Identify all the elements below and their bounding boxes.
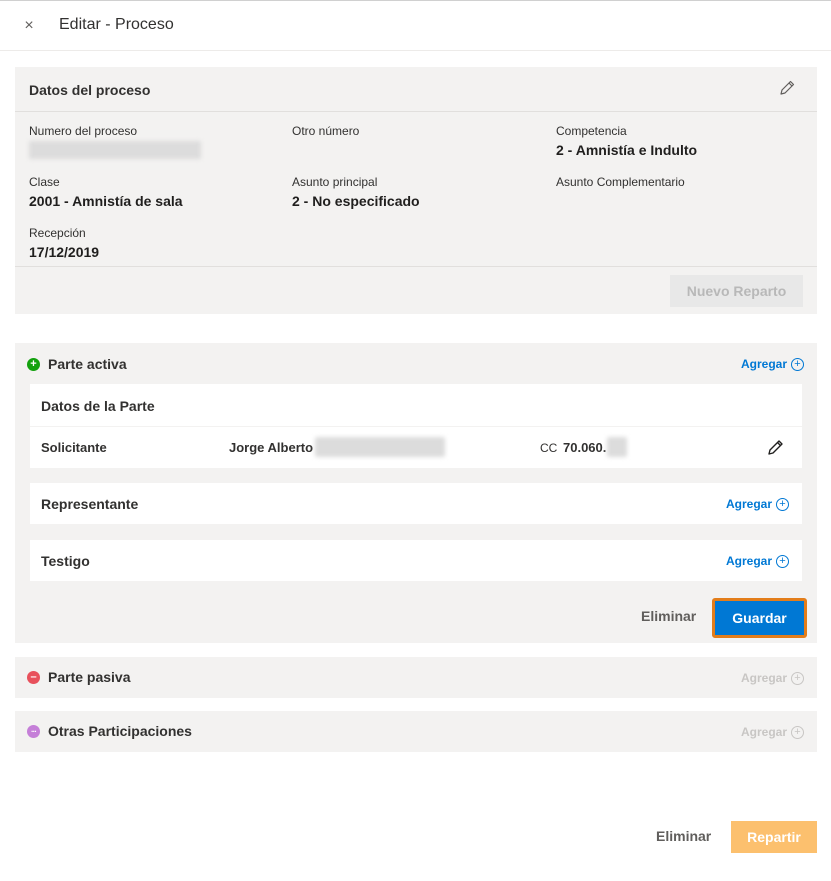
plus-circle-icon: + — [791, 357, 805, 371]
divider — [15, 266, 817, 267]
parte-activa-section: + Parte activa Agregar + Datos de la Par… — [15, 343, 817, 643]
agregar-testigo-button[interactable]: Agregar + — [726, 554, 790, 568]
parte-rol: Solicitante — [41, 440, 107, 455]
agregar-parte-pasiva-button[interactable]: Agregar + — [741, 671, 805, 685]
plus-circle-icon: + — [791, 725, 805, 739]
parte-pasiva-section[interactable]: – Parte pasiva Agregar + — [15, 657, 817, 698]
datos-parte-box: Datos de la Parte Solicitante Jorge Albe… — [30, 384, 802, 468]
plus-circle-icon: + — [776, 554, 790, 568]
plus-circle-icon: + — [791, 671, 805, 685]
field-asunto-principal: Asunto principal 2 - No especificado — [292, 175, 420, 210]
agregar-label: Agregar — [741, 357, 788, 371]
panel-title: Editar - Proceso — [59, 16, 174, 33]
plus-circle-icon: + — [776, 497, 790, 511]
field-label: Clase — [29, 175, 60, 189]
pencil-icon[interactable] — [778, 79, 796, 97]
divider — [30, 426, 802, 427]
close-icon[interactable]: × — [20, 15, 38, 37]
panel-header: × Editar - Proceso — [0, 1, 831, 51]
agregar-label: Agregar — [741, 725, 788, 739]
pencil-icon[interactable] — [767, 438, 785, 456]
testigo-box: Testigo Agregar + — [30, 540, 802, 581]
field-clase: Clase 2001 - Amnistía de sala — [29, 175, 183, 210]
field-value: 2001 - Amnistía de sala — [29, 193, 183, 209]
representante-box: Representante Agregar + — [30, 483, 802, 524]
datos-proceso-card: Datos del proceso Numero del proceso Otr… — [15, 67, 817, 314]
field-label: Asunto principal — [292, 175, 378, 189]
agregar-label: Agregar — [726, 554, 773, 568]
parte-activa-header: + Parte activa Agregar + — [15, 343, 817, 384]
parte-activa-title: Parte activa — [48, 356, 127, 372]
otras-participaciones-title: Otras Participaciones — [48, 723, 192, 739]
representante-label: Representante — [41, 496, 139, 512]
field-value: 2 - Amnistía e Indulto — [556, 142, 698, 158]
field-label: Competencia — [556, 124, 627, 138]
agregar-representante-button[interactable]: Agregar + — [726, 497, 790, 511]
datos-proceso-title: Datos del proceso — [29, 82, 151, 98]
parte-pasiva-title: Parte pasiva — [48, 669, 131, 685]
field-asunto-complementario: Asunto Complementario — [556, 175, 685, 189]
otras-participaciones-section[interactable]: ··· Otras Participaciones Agregar + — [15, 711, 817, 752]
plus-circle-filled-icon: + — [27, 358, 40, 371]
parte-nombre: Jorge Alberto — [229, 440, 314, 455]
datos-parte-title: Datos de la Parte — [41, 398, 155, 414]
field-numero-proceso: Numero del proceso — [29, 124, 201, 163]
field-label: Numero del proceso — [29, 124, 138, 138]
eliminar-parte-button[interactable]: Eliminar — [641, 608, 696, 624]
field-label: Recepción — [29, 226, 86, 240]
agregar-otras-button[interactable]: Agregar + — [741, 725, 805, 739]
field-otro-numero: Otro número — [292, 124, 359, 138]
field-value: 2 - No especificado — [292, 193, 420, 209]
agregar-label: Agregar — [726, 497, 773, 511]
field-competencia: Competencia 2 - Amnistía e Indulto — [556, 124, 697, 159]
field-label: Otro número — [292, 124, 360, 138]
parte-doc-tipo: CC — [540, 441, 558, 455]
field-value: 17/12/2019 — [29, 244, 100, 260]
datos-proceso-header: Datos del proceso — [15, 67, 817, 112]
more-circle-filled-icon: ··· — [27, 725, 40, 738]
minus-circle-filled-icon: – — [27, 671, 40, 684]
testigo-label: Testigo — [41, 553, 90, 569]
field-label: Asunto Complementario — [556, 175, 685, 189]
nuevo-reparto-button[interactable]: Nuevo Reparto — [670, 275, 803, 307]
parte-doc-redacted — [607, 437, 627, 457]
agregar-label: Agregar — [741, 671, 788, 685]
eliminar-button[interactable]: Eliminar — [656, 828, 711, 844]
agregar-parte-activa-button[interactable]: Agregar + — [741, 357, 805, 371]
parte-doc-num: 70.060. — [563, 440, 607, 455]
parte-apellido-redacted — [315, 437, 445, 457]
field-value-redacted — [29, 141, 201, 163]
repartir-button[interactable]: Repartir — [731, 821, 817, 853]
guardar-button[interactable]: Guardar — [712, 598, 807, 638]
field-recepcion: Recepción 17/12/2019 — [29, 226, 99, 261]
